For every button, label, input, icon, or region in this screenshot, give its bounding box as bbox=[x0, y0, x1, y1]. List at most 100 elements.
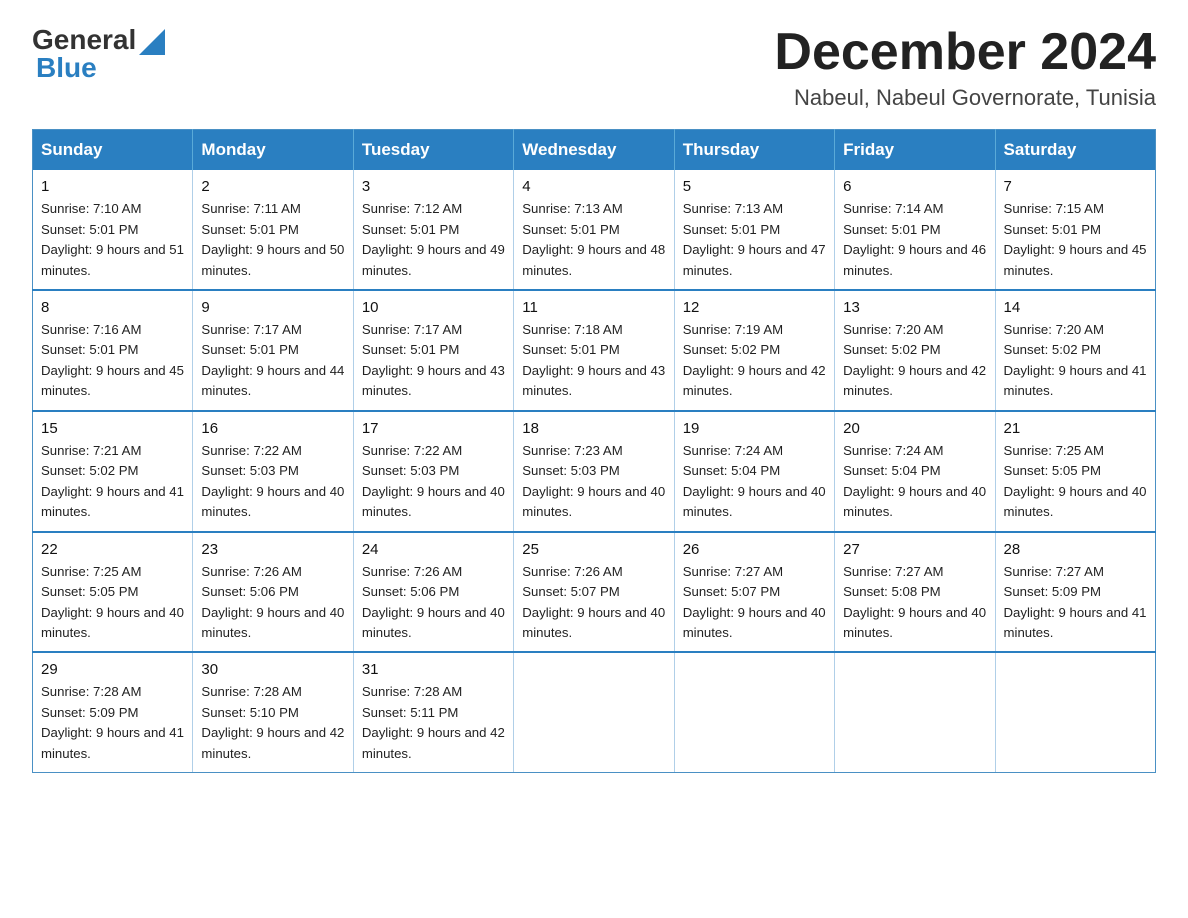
calendar-day-cell: 5 Sunrise: 7:13 AMSunset: 5:01 PMDaylight… bbox=[674, 170, 834, 290]
day-number: 3 bbox=[362, 178, 505, 195]
day-number: 30 bbox=[201, 661, 344, 678]
calendar-day-cell: 18Sunrise: 7:23 AMSunset: 5:03 PMDayligh… bbox=[514, 411, 674, 532]
day-number: 22 bbox=[41, 541, 184, 558]
day-info: Sunrise: 7:27 AMSunset: 5:09 PMDaylight:… bbox=[1004, 562, 1147, 644]
day-info: Sunrise: 7:13 AMSunset: 5:01 PMDaylight:… bbox=[683, 199, 826, 281]
calendar-day-cell: 12 Sunrise: 7:19 AMSunset: 5:02 PMDayligh… bbox=[674, 290, 834, 411]
calendar-day-cell: 2Sunrise: 7:11 AMSunset: 5:01 PMDaylight… bbox=[193, 170, 353, 290]
calendar-day-cell: 28 Sunrise: 7:27 AMSunset: 5:09 PMDayligh… bbox=[995, 532, 1155, 653]
calendar-day-cell: 3 Sunrise: 7:12 AMSunset: 5:01 PMDaylight… bbox=[353, 170, 513, 290]
location-subtitle: Nabeul, Nabeul Governorate, Tunisia bbox=[774, 85, 1156, 111]
calendar-day-cell: 13Sunrise: 7:20 AMSunset: 5:02 PMDayligh… bbox=[835, 290, 995, 411]
day-number: 16 bbox=[201, 420, 344, 437]
calendar-day-cell: 11 Sunrise: 7:18 AMSunset: 5:01 PMDayligh… bbox=[514, 290, 674, 411]
day-number: 6 bbox=[843, 178, 986, 195]
day-info: Sunrise: 7:22 AMSunset: 5:03 PMDaylight:… bbox=[201, 441, 344, 523]
day-info: Sunrise: 7:18 AMSunset: 5:01 PMDaylight:… bbox=[522, 320, 665, 402]
day-number: 19 bbox=[683, 420, 826, 437]
day-info: Sunrise: 7:27 AMSunset: 5:07 PMDaylight:… bbox=[683, 562, 826, 644]
day-number: 13 bbox=[843, 299, 986, 316]
calendar-day-cell: 14Sunrise: 7:20 AMSunset: 5:02 PMDayligh… bbox=[995, 290, 1155, 411]
day-number: 1 bbox=[41, 178, 184, 195]
header-sunday: Sunday bbox=[33, 130, 193, 171]
day-info: Sunrise: 7:28 AMSunset: 5:09 PMDaylight:… bbox=[41, 682, 184, 764]
calendar-table: SundayMondayTuesdayWednesdayThursdayFrid… bbox=[32, 129, 1156, 773]
day-number: 2 bbox=[201, 178, 344, 195]
day-number: 4 bbox=[522, 178, 665, 195]
calendar-day-cell: 26 Sunrise: 7:27 AMSunset: 5:07 PMDayligh… bbox=[674, 532, 834, 653]
day-info: Sunrise: 7:21 AMSunset: 5:02 PMDaylight:… bbox=[41, 441, 184, 523]
day-number: 20 bbox=[843, 420, 986, 437]
header-wednesday: Wednesday bbox=[514, 130, 674, 171]
day-number: 26 bbox=[683, 541, 826, 558]
calendar-day-cell: 24 Sunrise: 7:26 AMSunset: 5:06 PMDayligh… bbox=[353, 532, 513, 653]
day-number: 29 bbox=[41, 661, 184, 678]
day-number: 9 bbox=[201, 299, 344, 316]
calendar-day-cell: 27Sunrise: 7:27 AMSunset: 5:08 PMDayligh… bbox=[835, 532, 995, 653]
day-number: 31 bbox=[362, 661, 505, 678]
calendar-day-cell: 22 Sunrise: 7:25 AMSunset: 5:05 PMDayligh… bbox=[33, 532, 193, 653]
header-saturday: Saturday bbox=[995, 130, 1155, 171]
day-info: Sunrise: 7:13 AMSunset: 5:01 PMDaylight:… bbox=[522, 199, 665, 281]
header-friday: Friday bbox=[835, 130, 995, 171]
calendar-week-row: 22 Sunrise: 7:25 AMSunset: 5:05 PMDayligh… bbox=[33, 532, 1156, 653]
day-info: Sunrise: 7:25 AMSunset: 5:05 PMDaylight:… bbox=[41, 562, 184, 644]
calendar-week-row: 29 Sunrise: 7:28 AMSunset: 5:09 PMDayligh… bbox=[33, 652, 1156, 772]
calendar-day-cell: 19 Sunrise: 7:24 AMSunset: 5:04 PMDayligh… bbox=[674, 411, 834, 532]
day-number: 5 bbox=[683, 178, 826, 195]
day-number: 11 bbox=[522, 299, 665, 316]
day-info: Sunrise: 7:19 AMSunset: 5:02 PMDaylight:… bbox=[683, 320, 826, 402]
calendar-day-cell: 1 Sunrise: 7:10 AMSunset: 5:01 PMDaylight… bbox=[33, 170, 193, 290]
title-block: December 2024 Nabeul, Nabeul Governorate… bbox=[774, 24, 1156, 111]
day-number: 7 bbox=[1004, 178, 1147, 195]
day-number: 27 bbox=[843, 541, 986, 558]
calendar-week-row: 1 Sunrise: 7:10 AMSunset: 5:01 PMDaylight… bbox=[33, 170, 1156, 290]
calendar-day-cell: 30 Sunrise: 7:28 AMSunset: 5:10 PMDayligh… bbox=[193, 652, 353, 772]
day-info: Sunrise: 7:20 AMSunset: 5:02 PMDaylight:… bbox=[1004, 320, 1147, 402]
logo: General Blue bbox=[32, 24, 165, 84]
day-info: Sunrise: 7:26 AMSunset: 5:06 PMDaylight:… bbox=[362, 562, 505, 644]
header-monday: Monday bbox=[193, 130, 353, 171]
day-number: 10 bbox=[362, 299, 505, 316]
day-info: Sunrise: 7:23 AMSunset: 5:03 PMDaylight:… bbox=[522, 441, 665, 523]
day-info: Sunrise: 7:24 AMSunset: 5:04 PMDaylight:… bbox=[683, 441, 826, 523]
day-info: Sunrise: 7:12 AMSunset: 5:01 PMDaylight:… bbox=[362, 199, 505, 281]
calendar-day-cell: 17Sunrise: 7:22 AMSunset: 5:03 PMDayligh… bbox=[353, 411, 513, 532]
calendar-day-cell: 23Sunrise: 7:26 AMSunset: 5:06 PMDayligh… bbox=[193, 532, 353, 653]
header-thursday: Thursday bbox=[674, 130, 834, 171]
day-number: 25 bbox=[522, 541, 665, 558]
day-number: 24 bbox=[362, 541, 505, 558]
day-info: Sunrise: 7:26 AMSunset: 5:06 PMDaylight:… bbox=[201, 562, 344, 644]
day-info: Sunrise: 7:22 AMSunset: 5:03 PMDaylight:… bbox=[362, 441, 505, 523]
calendar-day-cell: 8Sunrise: 7:16 AMSunset: 5:01 PMDaylight… bbox=[33, 290, 193, 411]
calendar-day-cell bbox=[674, 652, 834, 772]
day-info: Sunrise: 7:28 AMSunset: 5:10 PMDaylight:… bbox=[201, 682, 344, 764]
day-info: Sunrise: 7:26 AMSunset: 5:07 PMDaylight:… bbox=[522, 562, 665, 644]
calendar-day-cell: 4 Sunrise: 7:13 AMSunset: 5:01 PMDaylight… bbox=[514, 170, 674, 290]
day-info: Sunrise: 7:14 AMSunset: 5:01 PMDaylight:… bbox=[843, 199, 986, 281]
calendar-day-cell: 9 Sunrise: 7:17 AMSunset: 5:01 PMDaylight… bbox=[193, 290, 353, 411]
day-number: 8 bbox=[41, 299, 184, 316]
day-info: Sunrise: 7:25 AMSunset: 5:05 PMDaylight:… bbox=[1004, 441, 1147, 523]
day-info: Sunrise: 7:28 AMSunset: 5:11 PMDaylight:… bbox=[362, 682, 505, 764]
calendar-day-cell: 15Sunrise: 7:21 AMSunset: 5:02 PMDayligh… bbox=[33, 411, 193, 532]
day-info: Sunrise: 7:17 AMSunset: 5:01 PMDaylight:… bbox=[201, 320, 344, 402]
calendar-day-cell: 7Sunrise: 7:15 AMSunset: 5:01 PMDaylight… bbox=[995, 170, 1155, 290]
day-number: 28 bbox=[1004, 541, 1147, 558]
page-header: General Blue December 2024 Nabeul, Nabeu… bbox=[32, 24, 1156, 111]
calendar-day-cell bbox=[835, 652, 995, 772]
logo-triangle-icon bbox=[139, 27, 165, 55]
calendar-header-row: SundayMondayTuesdayWednesdayThursdayFrid… bbox=[33, 130, 1156, 171]
calendar-week-row: 8Sunrise: 7:16 AMSunset: 5:01 PMDaylight… bbox=[33, 290, 1156, 411]
calendar-day-cell: 10 Sunrise: 7:17 AMSunset: 5:01 PMDayligh… bbox=[353, 290, 513, 411]
calendar-day-cell: 29 Sunrise: 7:28 AMSunset: 5:09 PMDayligh… bbox=[33, 652, 193, 772]
day-number: 12 bbox=[683, 299, 826, 316]
day-info: Sunrise: 7:10 AMSunset: 5:01 PMDaylight:… bbox=[41, 199, 184, 281]
calendar-day-cell: 25 Sunrise: 7:26 AMSunset: 5:07 PMDayligh… bbox=[514, 532, 674, 653]
header-tuesday: Tuesday bbox=[353, 130, 513, 171]
calendar-day-cell bbox=[514, 652, 674, 772]
day-info: Sunrise: 7:17 AMSunset: 5:01 PMDaylight:… bbox=[362, 320, 505, 402]
calendar-day-cell: 6 Sunrise: 7:14 AMSunset: 5:01 PMDaylight… bbox=[835, 170, 995, 290]
logo-text-blue: Blue bbox=[36, 52, 97, 84]
calendar-day-cell: 31 Sunrise: 7:28 AMSunset: 5:11 PMDayligh… bbox=[353, 652, 513, 772]
